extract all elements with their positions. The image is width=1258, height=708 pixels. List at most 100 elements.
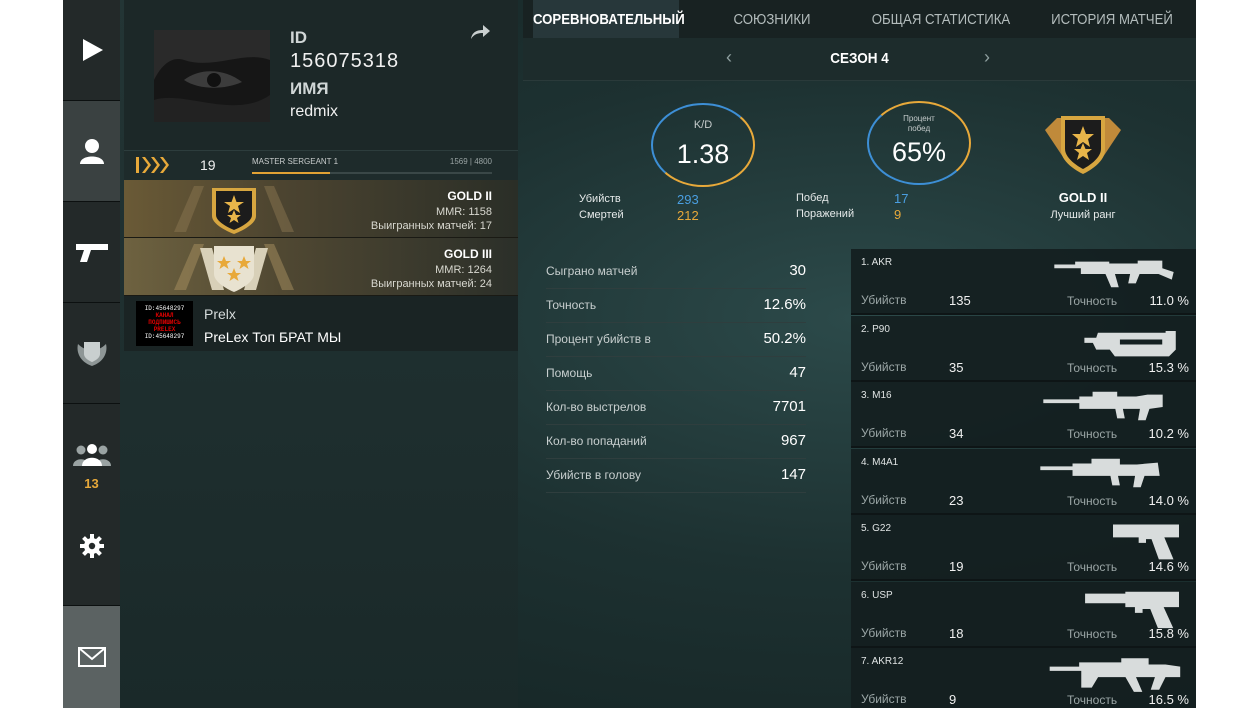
- rank-button[interactable]: [63, 303, 120, 404]
- weapon-accuracy-value: 16.5 %: [1148, 692, 1189, 707]
- rank-name: GOLD III: [444, 247, 492, 261]
- stat-label: Кол-во выстрелов: [546, 400, 647, 414]
- weapon-kills-value: 19: [949, 559, 964, 574]
- side-rail: 13: [63, 0, 120, 708]
- weapon-kills-value: 9: [949, 692, 957, 707]
- tab-match-history[interactable]: ИСТОРИЯ МАТЧЕЙ: [1039, 0, 1185, 38]
- weapon-card[interactable]: 3. M16 Убийств 34 Точность 10.2 %: [851, 382, 1196, 448]
- tab-allies[interactable]: СОЮЗНИКИ: [699, 0, 845, 38]
- stat-label: Сыграно матчей: [546, 264, 638, 278]
- profile-button[interactable]: [63, 101, 120, 202]
- id-value: 156075318: [290, 50, 400, 72]
- losses-label: Поражений: [796, 208, 855, 220]
- shield-icon: [77, 342, 106, 366]
- weapon-accuracy-value: 11.0 %: [1149, 293, 1189, 308]
- weapon-card[interactable]: 2. P90 Убийств 35 Точность 15.3 %: [851, 315, 1196, 382]
- name-label: ИМЯ: [290, 79, 329, 98]
- losses-value: 9: [894, 207, 902, 222]
- gear-icon[interactable]: [79, 533, 105, 559]
- weapon-accuracy-value: 15.8 %: [1148, 625, 1189, 641]
- share-icon[interactable]: [469, 24, 491, 40]
- weapon-name: 3. M16: [861, 390, 892, 401]
- weapon-kills-label: Убийств: [861, 293, 907, 307]
- rifle-m16-icon: [1043, 391, 1163, 421]
- mail-button[interactable]: [63, 606, 120, 708]
- avatar-image: [154, 30, 270, 122]
- weapons-button[interactable]: [63, 202, 120, 303]
- rank-title: MASTER SERGEANT 1: [252, 157, 339, 166]
- deaths-label: Смертей: [579, 209, 624, 221]
- stat-row: Кол-во попаданий 967: [546, 425, 806, 459]
- level-number: 19: [200, 157, 216, 173]
- avatar[interactable]: [154, 30, 270, 122]
- weapon-accuracy-label: Точность: [1067, 427, 1118, 441]
- weapon-card[interactable]: 5. G22 Убийств 19 Точность 14.6 %: [851, 515, 1196, 581]
- weapon-card[interactable]: 7. AKR12 Убийств 9 Точность 16.5 %: [851, 648, 1196, 708]
- wins-value: 17: [894, 191, 909, 206]
- profile-panel: ID 156075318 ИМЯ redmix 19 MASTER SERGEA…: [120, 0, 518, 708]
- clan-logo-line: ПОДПИШИСЬ: [148, 319, 181, 326]
- stat-value: 147: [780, 466, 806, 483]
- wins-label: Побед: [796, 192, 829, 204]
- clan-tag: Prelx: [204, 306, 236, 322]
- pistol-g22-icon: [1113, 524, 1179, 560]
- best-rank-caption: Лучший ранг: [1050, 209, 1116, 221]
- weapon-accuracy-label: Точность: [1067, 294, 1118, 308]
- weapon-kills-value: 135: [949, 293, 971, 308]
- best-rank-emblem-icon: [1045, 116, 1121, 174]
- season-next-button[interactable]: ›: [984, 47, 990, 68]
- xp-track: [252, 172, 492, 174]
- rank-wins: Выигранных матчей: 24: [370, 278, 492, 290]
- gold-iii-emblem-icon: [174, 244, 294, 292]
- rank-row[interactable]: GOLD III MMR: 1264 Выигранных матчей: 24: [124, 238, 518, 296]
- level-bar: 19 MASTER SERGEANT 1 1569 | 4800: [124, 150, 518, 180]
- stat-row: Кол-во выстрелов 7701: [546, 391, 806, 425]
- stat-row: Помощь 47: [546, 357, 806, 391]
- stat-value: 50.2%: [763, 330, 806, 347]
- season-label: СЕЗОН 4: [830, 50, 889, 67]
- clan-card[interactable]: ID:45648297 КАНАЛ ПОДПИШИСЬ PRELEX ID:45…: [124, 296, 518, 351]
- weapon-name: 7. AKR12: [861, 656, 904, 667]
- stat-value: 7701: [772, 398, 806, 415]
- stat-row: Процент убийств в 50.2%: [546, 323, 806, 357]
- rank-row[interactable]: GOLD II MMR: 1158 Выигранных матчей: 17: [124, 180, 518, 238]
- rank-wins: Выигранных матчей: 17: [370, 220, 492, 232]
- stat-value: 30: [789, 262, 806, 279]
- weapon-card[interactable]: 6. USP Убийств 18 Точность 15.8 %: [851, 581, 1196, 648]
- weapon-name: 2. P90: [861, 323, 890, 335]
- weapon-accuracy-value: 14.6 %: [1148, 559, 1189, 574]
- user-icon: [79, 139, 104, 164]
- clan-logo-line: ID:45648297: [144, 305, 185, 312]
- wins-row: Побед 17: [796, 191, 936, 206]
- play-button[interactable]: [63, 0, 120, 101]
- kd-value: 1.38: [676, 139, 730, 169]
- stat-label: Убийств в голову: [546, 468, 641, 482]
- weapon-kills-value: 35: [949, 359, 964, 375]
- stat-value: 967: [780, 432, 806, 449]
- deaths-value: 212: [677, 208, 699, 223]
- weapon-accuracy-value: 14.0 %: [1148, 492, 1189, 508]
- gold-ii-emblem-icon: [174, 186, 294, 234]
- winrate-value: 65%: [891, 137, 947, 167]
- clan-logo-line: КАНАЛ: [155, 312, 174, 319]
- weapon-kills-label: Убийств: [861, 426, 907, 440]
- weapon-accuracy-label: Точность: [1067, 360, 1118, 375]
- tab-bar: СОРЕВНОВАТЕЛЬНЫЙ СОЮЗНИКИ ОБЩАЯ СТАТИСТИ…: [523, 0, 1196, 38]
- tab-general-stats[interactable]: ОБЩАЯ СТАТИСТИКА: [864, 0, 1019, 38]
- rank-chevrons-icon: [136, 157, 169, 173]
- weapon-name: 5. G22: [861, 523, 892, 534]
- xp-fill: [252, 172, 331, 174]
- kd-ring: K/D 1.38: [651, 103, 755, 187]
- pistol-icon: [75, 244, 108, 262]
- weapon-kills-label: Убийств: [861, 559, 907, 573]
- tab-competitive[interactable]: СОРЕВНОВАТЕЛЬНЫЙ: [532, 0, 685, 38]
- weapon-card[interactable]: 4. M4A1 Убийств 23 Точность 14.0 %: [851, 448, 1196, 515]
- weapon-card[interactable]: 1. AKR Убийств 135 Точность 11.0 %: [851, 249, 1196, 315]
- weapon-name: 4. M4A1: [861, 456, 899, 468]
- kills-value: 293: [677, 192, 699, 207]
- weapon-kills-value: 34: [949, 426, 964, 441]
- weapon-kills-value: 18: [949, 625, 964, 641]
- stats-content: СОРЕВНОВАТЕЛЬНЫЙ СОЮЗНИКИ ОБЩАЯ СТАТИСТИ…: [523, 0, 1196, 708]
- mail-icon: [77, 647, 106, 667]
- friends-button[interactable]: 13: [63, 404, 120, 606]
